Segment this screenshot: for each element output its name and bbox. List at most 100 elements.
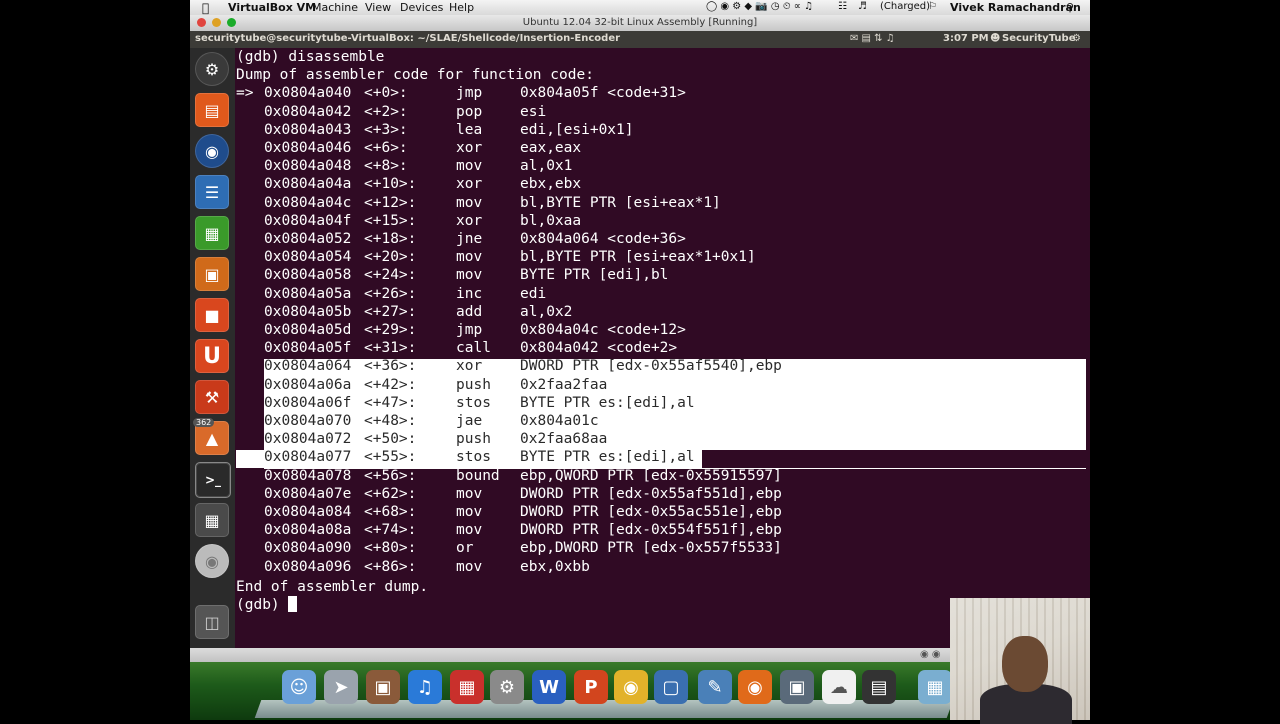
trash-icon[interactable]: ◫ [195,605,229,639]
files-icon[interactable]: ▤ [195,93,229,127]
powerpoint-icon[interactable]: P [574,670,608,704]
virtualbox-icon[interactable]: ▢ [654,670,688,704]
apple-icon[interactable]:  [202,1,209,15]
session-gear-icon[interactable]: ⚙ [1072,33,1081,44]
workspace-switcher-icon[interactable]: ▦ [195,503,229,537]
instr-mnemonic: inc [456,285,483,302]
battery-status[interactable]: (Charged) [880,1,930,12]
status-icons[interactable]: ◯ ◉ ⚙ ◆ 📷 ◷ ⏲ ∝ ♫ [706,1,813,12]
panel-clock[interactable]: 3:07 PM [943,33,989,44]
preview-icon[interactable]: ✎ [698,670,732,704]
instr-operands: BYTE PTR es:[edi],al [520,394,695,411]
instr-operands: DWORD PTR [edx-0x55ac551e],ebp [520,504,782,520]
dash-home-icon[interactable]: ⚙ [195,52,229,86]
instruction-row: 0x0804a072 <+50>: push 0x2faa68aa [236,430,1086,448]
instr-address: 0x0804a058 [264,267,352,284]
instr-address: 0x0804a054 [264,249,352,266]
ubuntu-launcher: ⚙ ▤ ◉ ☰ ▦ ▣ ■ U ⚒ ▲ 362 >_ ▦ ◉ ◫ [190,48,235,648]
menu-machine[interactable]: Machine [312,1,358,14]
gdb-prompt-line[interactable]: (gdb) [236,596,298,614]
instruction-row: 0x0804a090 <+80>: or ebp,DWORD PTR [edx-0x5… [236,539,1086,557]
instr-operands: DWORD PTR [edx-0x55af5540],ebp [520,358,782,375]
instruction-row: 0x0804a058 <+24>: mov BYTE PTR [edi],bl [236,266,1086,284]
instr-mnemonic: jne [456,231,483,247]
instruction-row: 0x0804a07e <+62>: mov DWORD PTR [edx-0x55af… [236,485,1086,503]
launchpad-icon[interactable]: ➤ [324,670,358,704]
firefox-icon[interactable]: ◉ [738,670,772,704]
instruction-row: 0x0804a05d <+29>: jmp 0x804a04c <code+12> [236,321,1086,339]
instr-operands: 0x804a042 <code+2> [520,340,678,357]
calc-icon[interactable]: ▦ [195,216,229,250]
firefox-icon[interactable]: ◉ [195,134,229,168]
terminal-icon[interactable]: ▤ [862,670,896,704]
impress-icon[interactable]: ▣ [195,257,229,291]
instr-mnemonic: push [456,431,491,448]
photo-icon[interactable]: ▦ [450,670,484,704]
menu-view[interactable]: View [365,1,391,14]
instr-address: 0x0804a05a [264,285,352,302]
instruction-row: 0x0804a052 <+18>: jne 0x804a064 <code+36> [236,230,1086,248]
ubuntu-one-icon[interactable]: U [195,339,229,373]
instr-address: 0x0804a06a [264,376,352,393]
system-preferences-icon[interactable]: ⚙ [490,670,524,704]
folder-icon[interactable]: ▦ [918,670,952,704]
instr-operands: DWORD PTR [edx-0x554f551f],ebp [520,522,782,539]
mac-user-name[interactable]: Vivek Ramachandran [950,1,1081,14]
instr-mnemonic: bound [456,467,500,484]
instr-mnemonic: mov [456,267,483,284]
instr-mnemonic: jmp [456,322,483,338]
instr-operands: 0x804a01c [520,413,599,429]
software-center-icon[interactable]: ■ [195,298,229,332]
instr-address: 0x0804a070 [264,413,352,429]
terminal-window[interactable]: (gdb) disassemble Dump of assembler code… [235,48,1090,648]
keynote-icon[interactable]: ▣ [780,670,814,704]
vm-status-strip: ◉ ◉ [190,648,950,662]
itunes-icon[interactable]: ♫ [408,670,442,704]
instruction-row: 0x0804a042 <+2>: pop esi [236,103,1086,121]
instr-offset: <+42>: [364,376,417,393]
instruction-row: 0x0804a04c <+12>: mov bl,BYTE PTR [esi+eax*… [236,194,1086,212]
wifi-icon[interactable]: ☷ [838,1,847,12]
flag-icon[interactable]: ⚐ [928,1,937,12]
panel-user[interactable]: SecurityTube [1002,33,1075,44]
volume-icon[interactable]: ♬ [858,1,867,12]
vm-status-icons[interactable]: ◉ ◉ [920,649,941,660]
instr-mnemonic: mov [456,504,483,520]
instr-address: 0x0804a090 [264,540,352,557]
gdb-command: (gdb) disassemble [236,49,385,65]
panel-indicator-icons[interactable]: ✉ ▤ ⇅ ♫ [850,33,895,44]
instr-offset: <+0>: [364,85,408,102]
menu-devices[interactable]: Devices [400,1,443,14]
terminal-icon[interactable]: >_ [195,462,231,498]
instr-marker: => [236,85,254,102]
instr-operands: 0x2faa68aa [520,431,608,448]
instr-offset: <+47>: [364,394,417,411]
instruction-row: 0x0804a054 <+20>: mov bl,BYTE PTR [esi+eax*… [236,248,1086,266]
instr-address: 0x0804a04f [264,212,352,229]
word-icon[interactable]: W [532,670,566,704]
instr-address: 0x0804a072 [264,431,352,448]
sheep-icon[interactable]: ☁ [822,670,856,704]
panel-user-icon[interactable]: ☻ [990,33,1000,44]
menu-help[interactable]: Help [449,1,474,14]
instruction-row: 0x0804a04a <+10>: xor ebx,ebx [236,175,1086,193]
disc-icon[interactable]: ◉ [195,544,229,578]
instr-offset: <+2>: [364,103,408,120]
instr-address: 0x0804a07e [264,485,352,502]
instr-operands: bl,0xaa [520,212,582,229]
instr-address: 0x0804a05f [264,340,352,357]
chrome-icon[interactable]: ◉ [614,670,648,704]
system-settings-icon[interactable]: ⚒ [195,380,229,414]
finder-icon[interactable]: ☺ [282,670,316,704]
instr-offset: <+15>: [364,212,417,229]
instr-operands: 0x804a05f <code+31> [520,85,686,102]
instr-offset: <+50>: [364,431,417,448]
instruction-row: => 0x0804a040 <+0>: jmp 0x804a05f <code+31> [236,84,1086,102]
instr-operands: al,0x2 [520,303,573,320]
menu-app-name[interactable]: VirtualBox VM [228,1,316,14]
instr-address: 0x0804a05d [264,322,352,338]
instr-operands: ebp,QWORD PTR [edx-0x55915597] [520,467,782,484]
spotlight-search-icon[interactable]: ⚲ [1066,1,1074,14]
writer-icon[interactable]: ☰ [195,175,229,209]
photo-booth-icon[interactable]: ▣ [366,670,400,704]
